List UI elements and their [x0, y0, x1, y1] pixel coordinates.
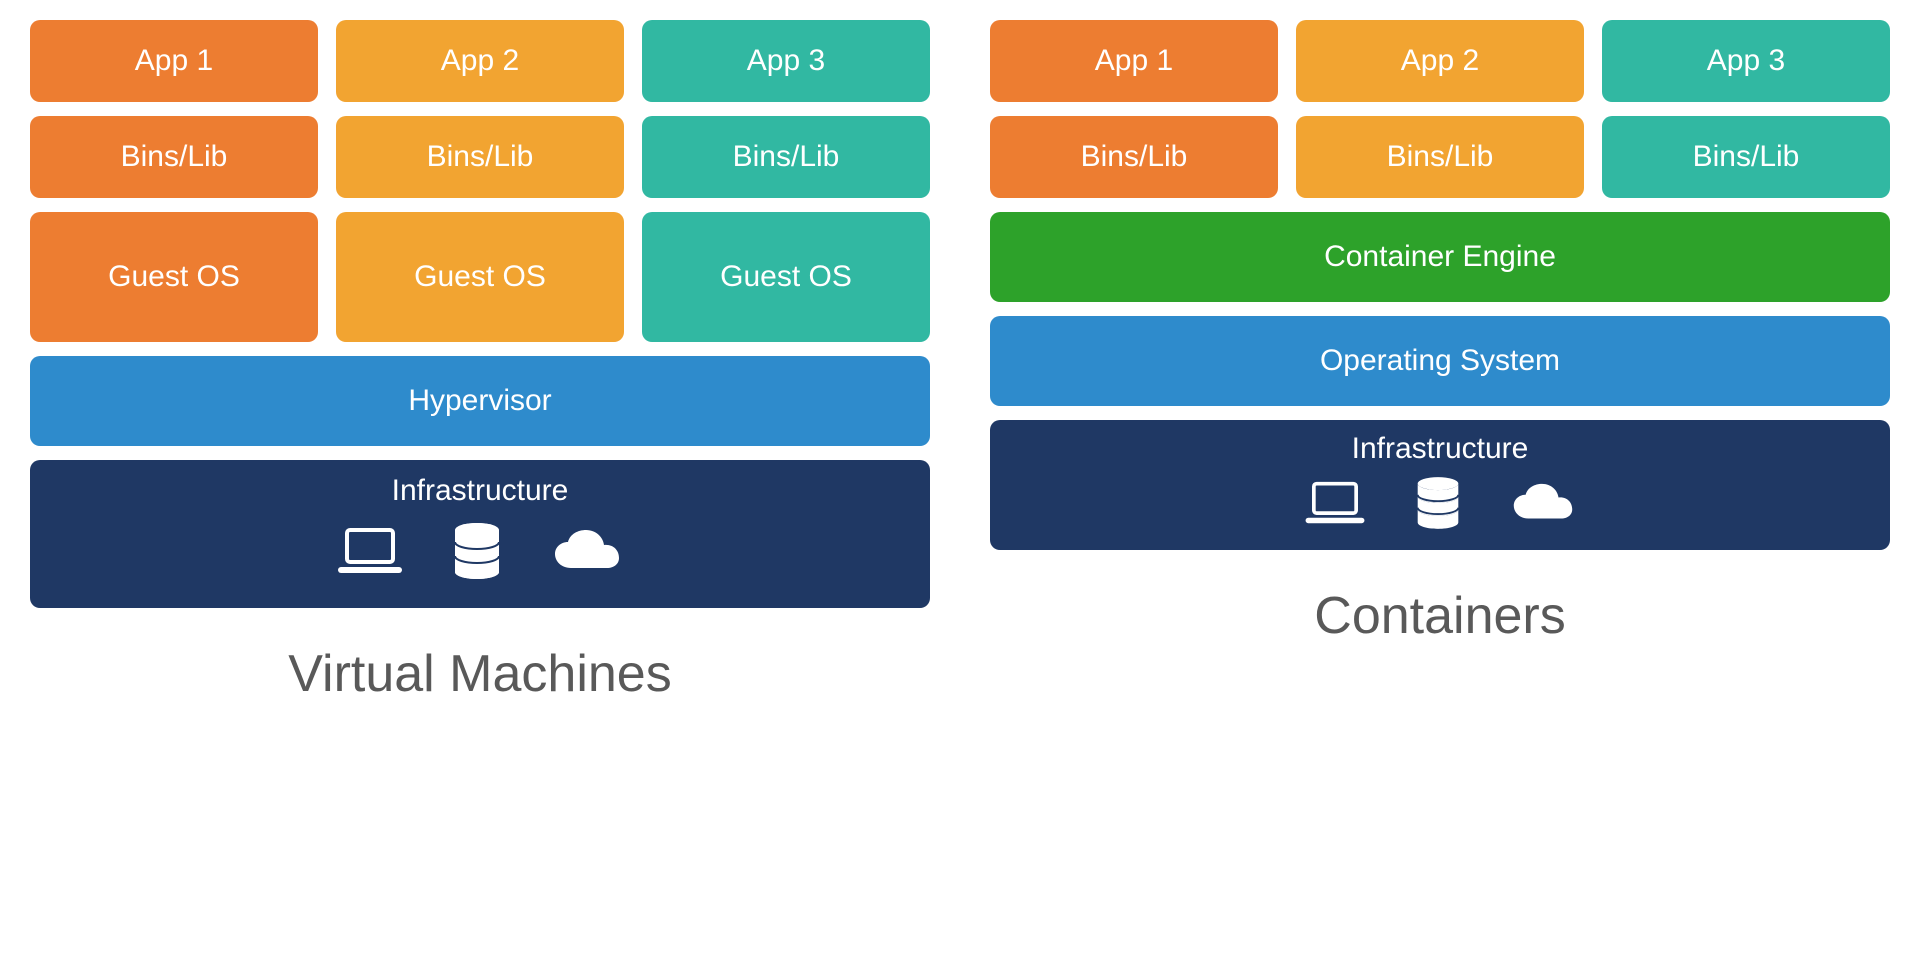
vm-infrastructure: Infrastructure [30, 460, 930, 608]
containers-bins-1: Bins/Lib [990, 116, 1278, 198]
label: Hypervisor [408, 384, 551, 418]
vm-bins-row: Bins/Lib Bins/Lib Bins/Lib [30, 116, 930, 198]
label: Bins/Lib [1387, 140, 1494, 174]
vm-column: App 1 App 2 App 3 Bins/Lib Bins/Lib Bins… [30, 20, 930, 952]
containers-bins-row: Bins/Lib Bins/Lib Bins/Lib [990, 116, 1890, 198]
vm-guestos-row: Guest OS Guest OS Guest OS [30, 212, 930, 342]
containers-stack: App 1 App 2 App 3 Bins/Lib Bins/Lib Bins… [990, 20, 1890, 550]
vm-infra-icons [337, 522, 623, 580]
label: Bins/Lib [121, 140, 228, 174]
vm-bins-3: Bins/Lib [642, 116, 930, 198]
label: Operating System [1320, 344, 1560, 378]
vm-guestos-1: Guest OS [30, 212, 318, 342]
laptop-icon [337, 526, 403, 576]
vm-title: Virtual Machines [30, 644, 930, 704]
label: Bins/Lib [1693, 140, 1800, 174]
label: App 3 [747, 44, 825, 78]
database-icon [1414, 476, 1462, 530]
vm-bins-1: Bins/Lib [30, 116, 318, 198]
label: App 1 [135, 44, 213, 78]
label: App 2 [441, 44, 519, 78]
containers-engine: Container Engine [990, 212, 1890, 302]
label: Bins/Lib [1081, 140, 1188, 174]
label: Guest OS [414, 260, 546, 294]
vm-stack: App 1 App 2 App 3 Bins/Lib Bins/Lib Bins… [30, 20, 930, 608]
containers-infra-icons [1304, 476, 1576, 530]
label: Bins/Lib [427, 140, 534, 174]
containers-title: Containers [990, 586, 1890, 646]
label: App 3 [1707, 44, 1785, 78]
cloud-icon [1510, 482, 1576, 524]
containers-os: Operating System [990, 316, 1890, 406]
label: Container Engine [1324, 240, 1556, 274]
cloud-icon [551, 528, 623, 574]
vm-guestos-2: Guest OS [336, 212, 624, 342]
vm-hypervisor: Hypervisor [30, 356, 930, 446]
label: Infrastructure [392, 474, 569, 508]
containers-app-3: App 3 [1602, 20, 1890, 102]
database-icon [451, 522, 503, 580]
vm-app-2: App 2 [336, 20, 624, 102]
label: App 1 [1095, 44, 1173, 78]
vm-guestos-3: Guest OS [642, 212, 930, 342]
laptop-icon [1304, 480, 1366, 526]
vm-app-row: App 1 App 2 App 3 [30, 20, 930, 102]
diagram-layout: App 1 App 2 App 3 Bins/Lib Bins/Lib Bins… [30, 20, 1890, 952]
containers-bins-2: Bins/Lib [1296, 116, 1584, 198]
containers-app-2: App 2 [1296, 20, 1584, 102]
containers-bins-3: Bins/Lib [1602, 116, 1890, 198]
label: Guest OS [720, 260, 852, 294]
vm-app-3: App 3 [642, 20, 930, 102]
label: Infrastructure [1352, 432, 1529, 466]
containers-app-row: App 1 App 2 App 3 [990, 20, 1890, 102]
containers-column: App 1 App 2 App 3 Bins/Lib Bins/Lib Bins… [990, 20, 1890, 952]
vm-bins-2: Bins/Lib [336, 116, 624, 198]
containers-infrastructure: Infrastructure [990, 420, 1890, 550]
vm-app-1: App 1 [30, 20, 318, 102]
label: Guest OS [108, 260, 240, 294]
label: Bins/Lib [733, 140, 840, 174]
label: App 2 [1401, 44, 1479, 78]
containers-app-1: App 1 [990, 20, 1278, 102]
